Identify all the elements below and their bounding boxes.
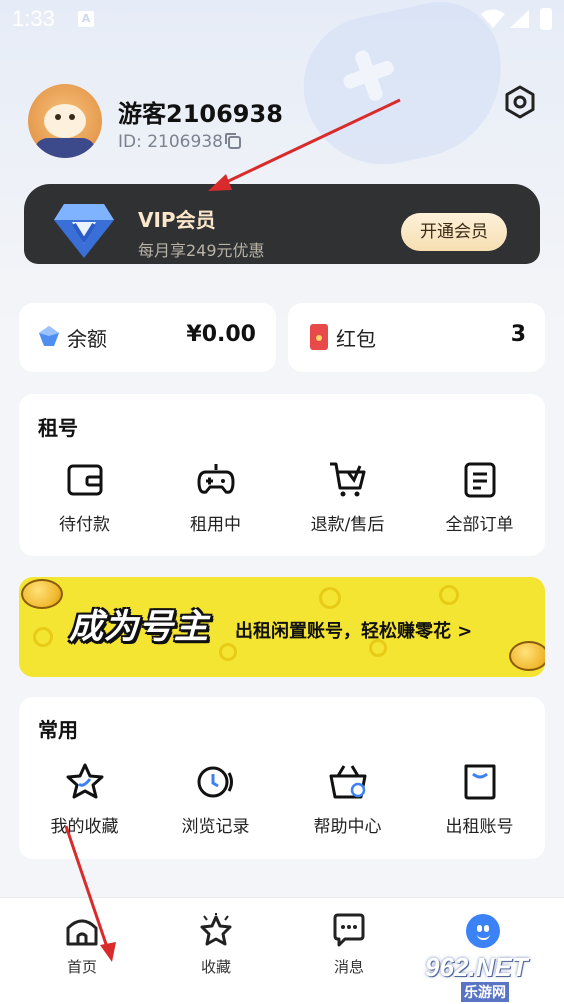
- renting-button[interactable]: 租用中: [150, 460, 281, 535]
- settings-icon[interactable]: [502, 84, 538, 120]
- home-icon: [66, 919, 98, 946]
- pending-payment-button[interactable]: 待付款: [19, 460, 150, 535]
- bag-icon: [464, 764, 495, 800]
- help-center-button[interactable]: 帮助中心: [282, 762, 413, 837]
- avatar-eye: [55, 114, 61, 120]
- browse-history-label: 浏览记录: [181, 817, 250, 837]
- gamepad-icon: [197, 464, 234, 494]
- coin-icon: [509, 641, 545, 671]
- tab-home-label: 首页: [66, 958, 97, 976]
- copy-icon[interactable]: [224, 132, 242, 150]
- clock-icon: [197, 766, 233, 798]
- banner-title: 成为号主: [69, 607, 209, 647]
- avatar-face: [44, 104, 86, 138]
- banner-decoration: [319, 587, 341, 609]
- open-vip-button[interactable]: 开通会员: [401, 213, 507, 251]
- tab-favorites-label: 收藏: [200, 958, 231, 976]
- coin-icon: [21, 579, 63, 609]
- watermark-main: 962.NET: [425, 952, 528, 982]
- pending-payment-label: 待付款: [59, 515, 110, 535]
- my-favorites-button[interactable]: 我的收藏: [19, 762, 150, 837]
- tab-messages-label: 消息: [333, 958, 364, 976]
- tab-favorites[interactable]: 收藏: [176, 912, 256, 977]
- star-tab-icon: [200, 913, 232, 946]
- refund-label: 退款/售后: [310, 515, 385, 535]
- battery-icon: [540, 8, 552, 30]
- tab-messages[interactable]: 消息: [309, 912, 389, 977]
- renting-label: 租用中: [190, 515, 241, 535]
- user-id: ID: 2106938: [118, 132, 223, 152]
- tab-home[interactable]: 首页: [42, 912, 122, 977]
- notification-icon: A: [78, 11, 94, 27]
- help-basket-icon: [329, 765, 366, 799]
- banner-text: 出租闲置账号，轻松赚零花 >: [235, 621, 473, 642]
- banner-decoration: [33, 627, 53, 647]
- signal-icon: [510, 10, 529, 28]
- banner-decoration: [219, 643, 237, 661]
- rent-out-account-button[interactable]: 出租账号: [414, 762, 545, 837]
- become-owner-banner[interactable]: 成为号主 出租闲置账号，轻松赚零花 >: [19, 577, 545, 677]
- star-icon: [66, 763, 103, 799]
- vip-subtitle: 每月享249元优惠: [138, 241, 265, 260]
- rent-out-account-label: 出租账号: [445, 817, 514, 837]
- banner-decoration: [439, 585, 459, 605]
- gem-icon: [39, 326, 59, 346]
- status-time: 1:33: [12, 6, 55, 31]
- avatar[interactable]: [28, 84, 102, 158]
- order-list-icon: [464, 462, 495, 498]
- tab-me-icon[interactable]: [466, 914, 500, 948]
- watermark-sub: 乐游网: [461, 982, 509, 1002]
- browse-history-button[interactable]: 浏览记录: [150, 762, 281, 837]
- wallet-icon: [67, 464, 102, 496]
- help-center-label: 帮助中心: [313, 817, 382, 837]
- me-icon-mouth: [477, 934, 490, 940]
- wifi-icon: [481, 9, 505, 28]
- avatar-body: [34, 138, 96, 158]
- balance-label: 余额: [67, 327, 107, 351]
- red-packet-icon: [310, 324, 328, 350]
- status-bar: 1:33 A: [0, 0, 564, 38]
- red-packet-value: 3: [510, 322, 526, 347]
- rent-section-title: 租号: [38, 416, 78, 440]
- vip-diamond-icon: [54, 204, 114, 258]
- site-watermark: 962.NET 乐游网: [425, 952, 555, 1002]
- message-icon: [333, 913, 365, 947]
- vip-title: VIP会员: [138, 208, 216, 232]
- all-orders-label: 全部订单: [445, 515, 514, 535]
- balance-value: ¥0.00: [186, 322, 256, 347]
- refund-button[interactable]: 退款/售后: [282, 460, 413, 535]
- avatar-eye: [69, 114, 75, 120]
- cart-icon: [329, 462, 365, 497]
- all-orders-button[interactable]: 全部订单: [414, 460, 545, 535]
- my-favorites-label: 我的收藏: [50, 817, 119, 837]
- common-section-title: 常用: [38, 718, 78, 742]
- red-packet-label: 红包: [336, 327, 376, 351]
- username: 游客2106938: [118, 100, 283, 128]
